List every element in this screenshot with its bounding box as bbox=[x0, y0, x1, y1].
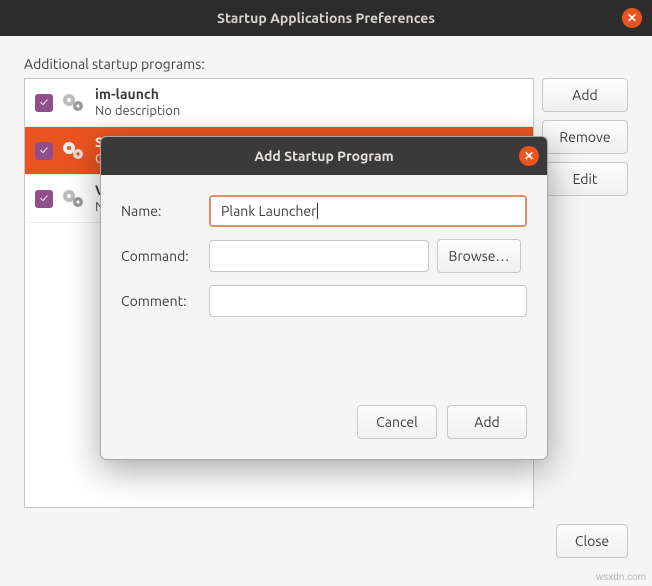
remove-button[interactable]: Remove bbox=[542, 120, 628, 154]
item-text: im-launch No description bbox=[95, 85, 180, 120]
dialog-title: Add Startup Program bbox=[254, 148, 393, 164]
gear-icon bbox=[61, 140, 87, 162]
window-title: Startup Applications Preferences bbox=[217, 10, 435, 26]
close-button[interactable]: Close bbox=[556, 524, 628, 558]
close-icon: ✕ bbox=[627, 11, 637, 25]
name-input[interactable]: Plank Launcher bbox=[209, 195, 527, 227]
form-row-comment: Comment: bbox=[121, 285, 527, 317]
dialog-close-button[interactable]: ✕ bbox=[519, 146, 539, 166]
watermark: wsxdn.com bbox=[596, 572, 646, 583]
command-label: Command: bbox=[121, 248, 201, 264]
item-title: im-launch bbox=[95, 85, 180, 103]
browse-button[interactable]: Browse… bbox=[437, 239, 521, 273]
text-cursor bbox=[317, 203, 318, 219]
gear-icon bbox=[61, 92, 87, 114]
dialog-add-button[interactable]: Add bbox=[447, 405, 527, 439]
button-column: Add Remove Edit bbox=[542, 78, 628, 508]
checkbox[interactable]: ✓ bbox=[35, 190, 53, 208]
item-desc: No description bbox=[95, 103, 180, 120]
cancel-button[interactable]: Cancel bbox=[357, 405, 437, 439]
list-item[interactable]: ✓ im-launch No description bbox=[25, 79, 533, 127]
form-row-command: Command: Browse… bbox=[121, 239, 527, 273]
window-close-button[interactable]: ✕ bbox=[622, 8, 642, 28]
gear-icon bbox=[61, 188, 87, 210]
check-icon: ✓ bbox=[40, 192, 48, 205]
add-startup-dialog: Add Startup Program ✕ Name: Plank Launch… bbox=[100, 136, 548, 460]
dialog-footer: Cancel Add bbox=[101, 345, 547, 459]
section-label: Additional startup programs: bbox=[24, 56, 628, 72]
form-row-name: Name: Plank Launcher bbox=[121, 195, 527, 227]
main-titlebar: Startup Applications Preferences ✕ bbox=[0, 0, 652, 36]
name-label: Name: bbox=[121, 203, 201, 219]
edit-button[interactable]: Edit bbox=[542, 162, 628, 196]
dialog-titlebar: Add Startup Program ✕ bbox=[101, 137, 547, 175]
check-icon: ✓ bbox=[40, 144, 48, 157]
close-icon: ✕ bbox=[524, 149, 534, 163]
command-input[interactable] bbox=[209, 240, 429, 272]
dialog-body: Name: Plank Launcher Command: Browse… Co… bbox=[101, 175, 547, 345]
comment-label: Comment: bbox=[121, 293, 201, 309]
checkbox[interactable]: ✓ bbox=[35, 94, 53, 112]
main-footer: Close bbox=[0, 524, 652, 574]
comment-input[interactable] bbox=[209, 285, 527, 317]
checkbox[interactable]: ✓ bbox=[35, 142, 53, 160]
check-icon: ✓ bbox=[40, 96, 48, 109]
add-button[interactable]: Add bbox=[542, 78, 628, 112]
